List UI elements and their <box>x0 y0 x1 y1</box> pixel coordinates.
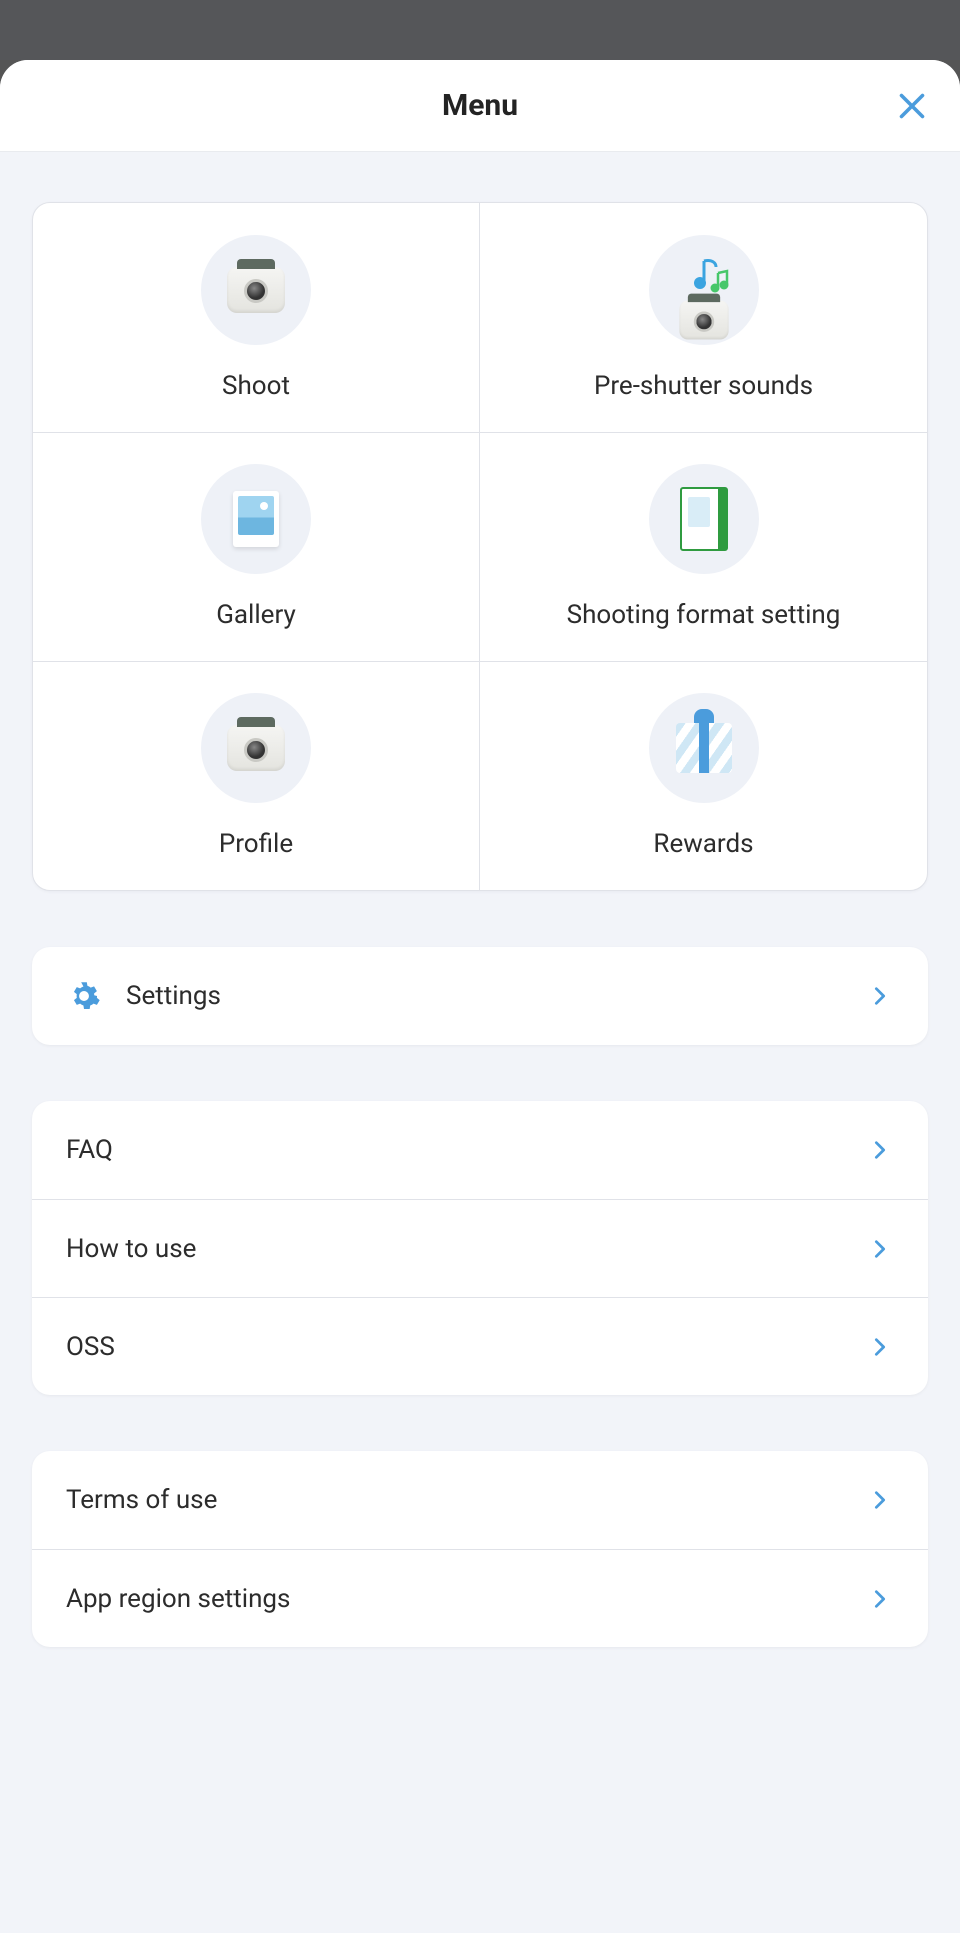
grid-item-gallery[interactable]: Gallery <box>33 432 480 661</box>
row-label: Terms of use <box>66 1485 866 1515</box>
grid-item-label: Shooting format setting <box>567 600 841 630</box>
camera-icon <box>201 693 311 803</box>
row-app-region-settings[interactable]: App region settings <box>32 1549 928 1647</box>
grid-item-label: Gallery <box>216 600 296 630</box>
gear-icon <box>66 978 102 1014</box>
grid-item-label: Pre-shutter sounds <box>594 371 813 401</box>
feature-grid: Shoot <box>32 202 928 891</box>
grid-item-label: Profile <box>219 829 293 859</box>
help-card: FAQ How to use OSS <box>32 1101 928 1395</box>
gift-icon <box>649 693 759 803</box>
chevron-right-icon <box>866 1585 894 1613</box>
grid-item-profile[interactable]: Profile <box>33 661 480 890</box>
row-settings[interactable]: Settings <box>32 947 928 1045</box>
row-label: App region settings <box>66 1584 866 1614</box>
row-oss[interactable]: OSS <box>32 1297 928 1395</box>
grid-item-pre-shutter-sounds[interactable]: Pre-shutter sounds <box>480 203 927 432</box>
chevron-right-icon <box>866 1136 894 1164</box>
chevron-right-icon <box>866 982 894 1010</box>
menu-sheet: Menu Shoot <box>0 60 960 1933</box>
row-label: FAQ <box>66 1135 866 1165</box>
grid-item-rewards[interactable]: Rewards <box>480 661 927 890</box>
row-label: How to use <box>66 1234 866 1264</box>
settings-card: Settings <box>32 947 928 1045</box>
content: Shoot <box>0 152 960 1687</box>
grid-item-label: Shoot <box>222 371 290 401</box>
chevron-right-icon <box>866 1235 894 1263</box>
backdrop <box>0 0 960 60</box>
row-label: OSS <box>66 1332 866 1362</box>
grid-item-shoot[interactable]: Shoot <box>33 203 480 432</box>
grid-item-shooting-format[interactable]: Shooting format setting <box>480 432 927 661</box>
chevron-right-icon <box>866 1486 894 1514</box>
music-icon <box>649 235 759 345</box>
camera-icon <box>201 235 311 345</box>
page-title: Menu <box>442 88 518 123</box>
film-box-icon <box>649 464 759 574</box>
row-terms-of-use[interactable]: Terms of use <box>32 1451 928 1549</box>
close-icon <box>894 88 930 124</box>
row-how-to-use[interactable]: How to use <box>32 1199 928 1297</box>
gallery-icon <box>201 464 311 574</box>
info-card: Terms of use App region settings <box>32 1451 928 1647</box>
row-label: Settings <box>126 981 866 1011</box>
header: Menu <box>0 60 960 152</box>
grid-item-label: Rewards <box>653 829 753 859</box>
row-faq[interactable]: FAQ <box>32 1101 928 1199</box>
close-button[interactable] <box>892 86 932 126</box>
chevron-right-icon <box>866 1333 894 1361</box>
